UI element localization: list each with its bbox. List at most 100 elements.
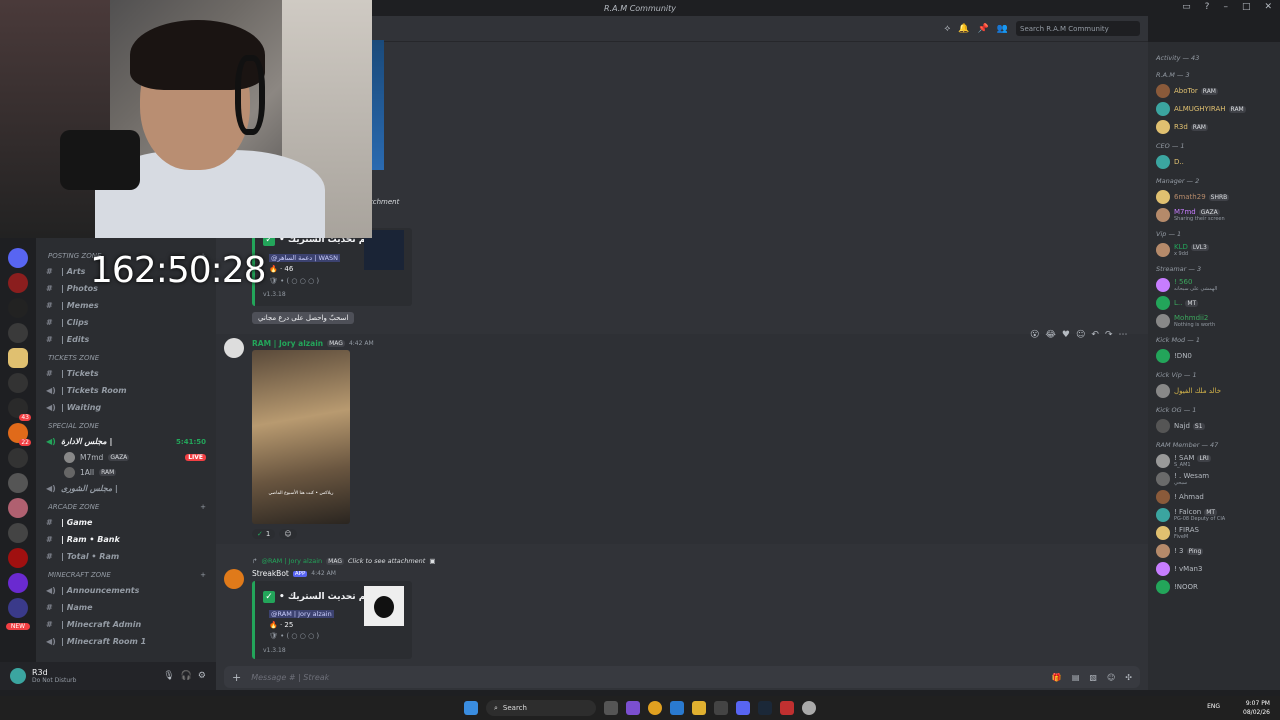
app-icon[interactable] bbox=[780, 701, 794, 715]
plus-icon[interactable]: + bbox=[232, 671, 241, 684]
message-input[interactable]: + Message # | Streak 🎁 ▤ ▧ ☺ ✣ bbox=[224, 666, 1140, 688]
clock[interactable]: 9:07 PM 08/02/26 bbox=[1243, 699, 1270, 717]
server-icon[interactable] bbox=[8, 573, 28, 593]
category-minecraft[interactable]: MINECRAFT ZONE + bbox=[36, 565, 216, 582]
member-item[interactable]: ALMUGHYIRAH RAM bbox=[1156, 100, 1280, 118]
server-icon[interactable] bbox=[8, 523, 28, 543]
channel-tickets-room[interactable]: ◀) | Tickets Room bbox=[36, 382, 216, 399]
steam-icon[interactable] bbox=[758, 701, 772, 715]
channel-clips[interactable]: # | Clips bbox=[36, 314, 216, 331]
channel-tickets[interactable]: # | Tickets bbox=[36, 365, 216, 382]
help-icon[interactable]: ? bbox=[1205, 2, 1210, 12]
channel-announcements[interactable]: ◀) | Announcements bbox=[36, 582, 216, 599]
server-icon[interactable] bbox=[8, 598, 28, 618]
avatar[interactable] bbox=[224, 569, 244, 589]
category-special[interactable]: SPECIAL ZONE bbox=[36, 416, 216, 433]
member-item[interactable]: ! . Wesam سبحي bbox=[1156, 470, 1280, 488]
taskbar-search[interactable]: ⌕ Search bbox=[486, 700, 596, 716]
member-item[interactable]: 6math29 SHRB bbox=[1156, 188, 1280, 206]
server-icon[interactable] bbox=[8, 298, 28, 318]
user-mention[interactable]: @RAM | Jory alzain bbox=[269, 610, 334, 618]
channel-waiting[interactable]: ◀) | Waiting bbox=[36, 399, 216, 416]
channel-minecraft-room[interactable]: ◀) | Minecraft Room 1 bbox=[36, 633, 216, 650]
member-item[interactable]: KLD LVL3 x 9dd bbox=[1156, 241, 1280, 259]
avatar[interactable] bbox=[224, 338, 244, 358]
channel-total-ram[interactable]: # | Total • Ram bbox=[36, 548, 216, 565]
apps-icon[interactable]: ✣ bbox=[1125, 673, 1132, 682]
add-reaction-icon[interactable]: ☺ bbox=[1076, 330, 1085, 340]
member-item[interactable]: D.. bbox=[1156, 153, 1280, 171]
bell-icon[interactable]: 🔔 bbox=[958, 24, 969, 34]
maximize-button[interactable]: □ bbox=[1242, 2, 1251, 12]
task-view-icon[interactable] bbox=[604, 701, 618, 715]
emoji-reaction-icon[interactable]: 😮 bbox=[1030, 330, 1039, 340]
member-item[interactable]: ! Falcon MT PG-08 Deputy of CIA bbox=[1156, 506, 1280, 524]
embed-thumbnail[interactable] bbox=[364, 586, 404, 626]
reply-icon[interactable]: ↶ bbox=[1091, 330, 1099, 340]
member-item[interactable]: ! Ahmad bbox=[1156, 488, 1280, 506]
member-item[interactable]: M7md GAZA Sharing their screen bbox=[1156, 206, 1280, 224]
gear-icon[interactable]: ⚙ bbox=[198, 671, 206, 681]
category-arcade[interactable]: ARCADE ZONE + bbox=[36, 497, 216, 514]
gift-icon[interactable]: 🎁 bbox=[1052, 673, 1062, 682]
server-icon[interactable] bbox=[8, 473, 28, 493]
channel-game[interactable]: # | Game bbox=[36, 514, 216, 531]
reply-preview[interactable]: Click to see attachment bbox=[348, 557, 425, 565]
reaction-check[interactable]: ✓ 1 bbox=[252, 529, 276, 539]
member-item[interactable]: Mohmdii2 Nothing is worth bbox=[1156, 312, 1280, 330]
voice-channel-admin[interactable]: ◀) مجلس الادارة | 5:41:50 bbox=[36, 433, 216, 450]
server-icon[interactable] bbox=[8, 498, 28, 518]
server-icon[interactable] bbox=[8, 273, 28, 293]
close-button[interactable]: ✕ bbox=[1264, 2, 1272, 12]
discord-icon[interactable] bbox=[736, 701, 750, 715]
app-icon[interactable] bbox=[626, 701, 640, 715]
member-item[interactable]: AboTor RAM bbox=[1156, 82, 1280, 100]
sticker-icon[interactable]: ▧ bbox=[1089, 673, 1097, 682]
channel-memes[interactable]: # | Memes bbox=[36, 297, 216, 314]
add-reaction-button[interactable]: ☺ bbox=[279, 529, 297, 539]
member-item[interactable]: ! SAM LRI S_AM1 bbox=[1156, 452, 1280, 470]
gif-icon[interactable]: ▤ bbox=[1072, 673, 1080, 682]
voice-user[interactable]: M7md GAZA LIVE bbox=[36, 450, 216, 465]
user-mention[interactable]: @دعمة الساهر | WASN bbox=[269, 254, 341, 262]
member-item[interactable]: L.. MT bbox=[1156, 294, 1280, 312]
server-icon[interactable]: 43 bbox=[8, 398, 31, 421]
threads-icon[interactable]: ⟡ bbox=[944, 24, 950, 34]
members-icon[interactable]: 👥 bbox=[997, 24, 1008, 34]
emoji-icon[interactable]: ☺ bbox=[1107, 673, 1115, 682]
server-icon[interactable] bbox=[8, 448, 28, 468]
member-item[interactable]: R3d RAM bbox=[1156, 118, 1280, 136]
channel-name[interactable]: # | Name bbox=[36, 599, 216, 616]
server-icon[interactable] bbox=[8, 373, 28, 393]
microphone-icon[interactable]: 🎙 bbox=[163, 671, 174, 681]
member-item[interactable]: Najd S1 bbox=[1156, 417, 1280, 435]
headphones-icon[interactable]: 🎧 bbox=[181, 671, 192, 681]
server-icon[interactable] bbox=[8, 348, 28, 368]
claim-shield-button[interactable]: اسحبّ واحصل على درع مجاني bbox=[252, 312, 355, 324]
app-icon[interactable] bbox=[802, 701, 816, 715]
minimize-button[interactable]: – bbox=[1223, 2, 1228, 12]
edge-icon[interactable] bbox=[670, 701, 684, 715]
server-icon[interactable] bbox=[8, 323, 28, 343]
pin-icon[interactable]: 📌 bbox=[978, 24, 989, 34]
channel-minecraft-admin[interactable]: # | Minecraft Admin bbox=[36, 616, 216, 633]
app-icon[interactable] bbox=[714, 701, 728, 715]
member-item[interactable]: !DN0 bbox=[1156, 347, 1280, 365]
member-item[interactable]: !NOOR bbox=[1156, 578, 1280, 596]
avatar[interactable] bbox=[10, 668, 26, 684]
server-icon[interactable] bbox=[8, 548, 28, 568]
member-item[interactable]: ! FIRAS FiveM bbox=[1156, 524, 1280, 542]
attachment-link[interactable]: tchment bbox=[370, 198, 399, 206]
windows-start-icon[interactable] bbox=[464, 701, 478, 715]
category-tickets[interactable]: TICKETS ZONE bbox=[36, 348, 216, 365]
image-attachment[interactable] bbox=[372, 40, 384, 170]
image-attachment[interactable]: ريلاكس • كنت هنا الأسبوع الماضي bbox=[252, 350, 350, 524]
member-item[interactable]: خالد ملك الفيول bbox=[1156, 382, 1280, 400]
search-input[interactable]: Search R.A.M Community bbox=[1016, 21, 1140, 36]
heart-icon[interactable]: ♥ bbox=[1062, 330, 1070, 340]
language-indicator[interactable]: ENG bbox=[1207, 703, 1220, 710]
member-item[interactable]: ! 560 الهمشي على سبحانه bbox=[1156, 276, 1280, 294]
folder-icon[interactable] bbox=[692, 701, 706, 715]
channel-edits[interactable]: # | Edits bbox=[36, 331, 216, 348]
chrome-icon[interactable] bbox=[648, 701, 662, 715]
